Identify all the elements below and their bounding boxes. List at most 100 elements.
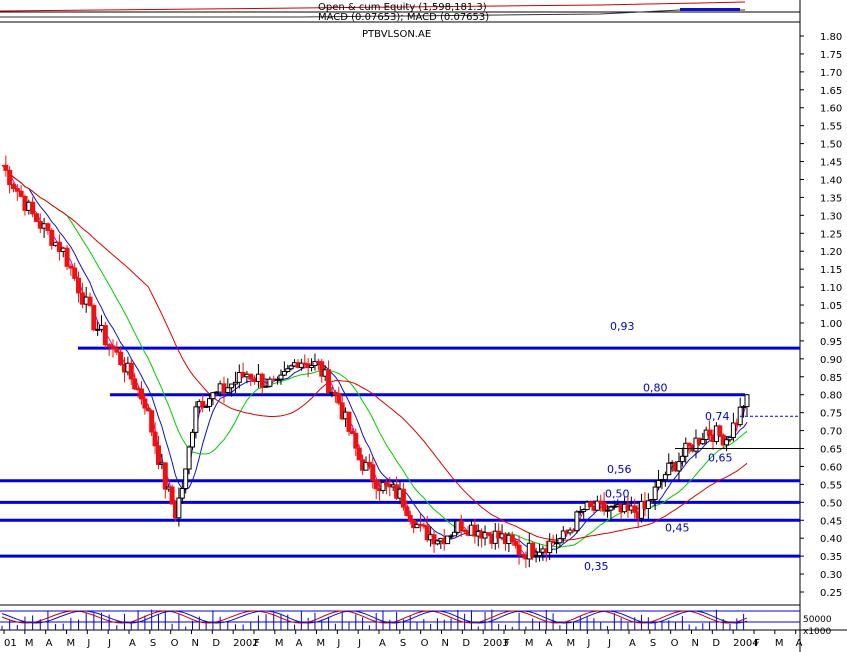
y-tick-label: 0.95 — [820, 337, 842, 348]
level-label: 0,56 — [607, 463, 632, 476]
x-tick-label: A — [129, 638, 136, 649]
y-tick-label: 1.25 — [820, 229, 842, 240]
y-tick-label: 1.20 — [820, 247, 842, 258]
y-tick-label: 0.50 — [820, 498, 842, 509]
volume-panel: 50000 x1000 — [0, 609, 832, 637]
y-tick-label: 1.60 — [820, 104, 842, 115]
volume-tick-label: 50000 — [803, 615, 832, 625]
x-tick-label: A — [296, 638, 303, 649]
y-tick-label: 0.70 — [820, 427, 842, 438]
y-tick-label: 1.55 — [820, 122, 842, 133]
candle-body — [513, 540, 519, 546]
y-tick-label: 1.50 — [820, 140, 842, 151]
candle-body — [33, 213, 39, 222]
x-tick-label: F — [754, 638, 760, 649]
candle-body — [356, 447, 362, 461]
candle-body — [225, 387, 231, 393]
annotation-label: 0,65 — [708, 452, 733, 465]
y-tick-label: 0.35 — [820, 552, 842, 563]
x-tick-label: M — [775, 638, 784, 649]
candle-body — [169, 486, 175, 505]
candle-body — [353, 432, 359, 449]
y-axis: 1.80 1.75 1.70 1.65 1.60 1.55 1.50 1.45 1.40 1.35… — [800, 32, 842, 599]
level-label: 0,45 — [665, 521, 690, 534]
candle-body — [18, 190, 24, 197]
x-tick-label: A — [629, 638, 636, 649]
x-tick-label: D — [212, 638, 220, 649]
x-tick-label: J — [86, 638, 90, 649]
header-line2: MACD (0.07653); MACD (0.07653) — [318, 12, 489, 23]
x-tick-label: F — [254, 638, 260, 649]
y-tick-label: 1.70 — [820, 68, 842, 79]
x-tick-label: D — [712, 638, 720, 649]
candle-body — [336, 393, 342, 404]
candle-body — [700, 439, 706, 445]
candle-body — [186, 446, 192, 470]
y-tick-label: 1.45 — [820, 158, 842, 169]
x-tick-label: A — [379, 638, 386, 649]
candle-body — [30, 201, 36, 215]
candle-body — [155, 445, 161, 465]
x-tick-label: M — [67, 638, 76, 649]
candle-body — [326, 369, 332, 394]
candle-body — [102, 325, 108, 346]
x-tick-label: M — [525, 638, 534, 649]
x-tick-label: F — [504, 638, 510, 649]
candle-body — [404, 506, 410, 516]
x-tick-label: O — [671, 638, 679, 649]
candle-body — [458, 520, 464, 531]
candle-body — [138, 388, 144, 400]
chart-symbol: PTBVLSON.AE — [362, 29, 431, 40]
candle-body — [632, 505, 638, 513]
x-tick-label: M — [25, 638, 34, 649]
x-tick-label: M — [567, 638, 576, 649]
moving-averages — [1, 164, 748, 557]
candle-body — [557, 538, 563, 544]
candle-body — [346, 411, 352, 432]
y-tick-label: 1.05 — [820, 301, 842, 312]
candle-body — [229, 383, 235, 389]
y-tick-label: 0.40 — [820, 534, 842, 545]
candle-body — [118, 351, 124, 366]
y-tick-label: 1.30 — [820, 211, 842, 222]
candle-body — [516, 544, 522, 555]
y-tick-label: 1.40 — [820, 175, 842, 186]
ma-short-line — [1, 164, 748, 557]
candle-body — [373, 479, 379, 490]
x-tick-label: S — [150, 638, 156, 649]
y-tick-label: 0.60 — [820, 462, 842, 473]
x-tick-label: S — [400, 638, 406, 649]
x-tick-label: A — [546, 638, 553, 649]
candle-body — [10, 184, 16, 190]
candle-body — [707, 429, 713, 436]
candle-body — [744, 394, 750, 408]
candle-body — [730, 422, 736, 438]
x-tick-label: D — [462, 638, 470, 649]
candle-body — [645, 500, 651, 510]
candle-body — [152, 431, 158, 447]
y-tick-label: 0.90 — [820, 355, 842, 366]
candle-body — [142, 398, 148, 409]
y-tick-label: 1.75 — [820, 50, 842, 61]
candle-body — [128, 362, 134, 380]
y-tick-label: 1.15 — [820, 265, 842, 276]
candle-body — [278, 374, 284, 380]
y-tick-label: 1.00 — [820, 319, 842, 330]
x-tick-label: N — [192, 638, 199, 649]
x-tick-label: M — [275, 638, 284, 649]
y-tick-label: 0.55 — [820, 480, 842, 491]
candle-body — [656, 480, 662, 488]
candle-body — [451, 531, 457, 537]
candle-body — [679, 455, 685, 463]
macd-strip-marker — [680, 8, 740, 11]
level-label: 0,50 — [605, 487, 630, 500]
candle-body — [76, 277, 82, 294]
candle-body — [281, 371, 287, 376]
candles — [3, 155, 750, 568]
x-tick-label: O — [171, 638, 179, 649]
candle-body — [248, 373, 254, 380]
candle-body — [530, 542, 536, 557]
candle-body — [259, 373, 265, 388]
x-tick-label: N — [442, 638, 449, 649]
candle-body — [717, 425, 723, 436]
